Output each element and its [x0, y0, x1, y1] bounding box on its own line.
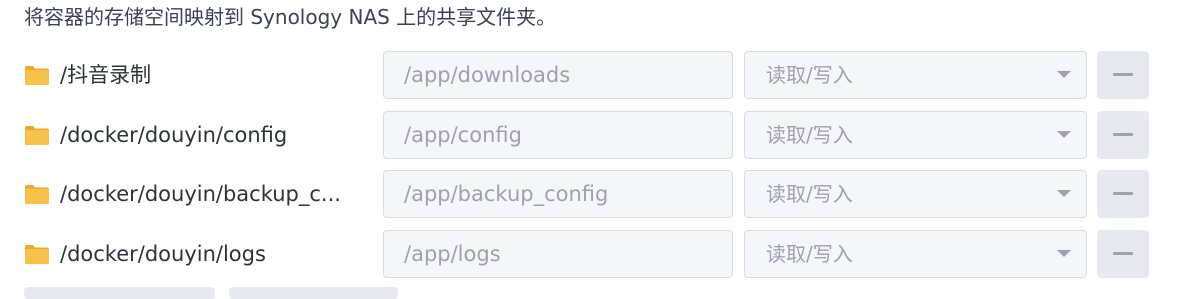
caret-down-icon: [1057, 71, 1071, 78]
mount-path-input[interactable]: [383, 110, 733, 159]
add-folder-button[interactable]: [24, 287, 215, 299]
caret-down-icon: [1057, 249, 1071, 257]
permission-select[interactable]: 读取/写入: [744, 110, 1087, 159]
permission-select[interactable]: 读取/写入: [744, 170, 1087, 219]
folder-icon: [24, 125, 50, 146]
remove-mapping-button[interactable]: [1097, 51, 1149, 99]
caret-down-icon: [1057, 130, 1071, 138]
permission-value: 读取/写入: [766, 182, 853, 207]
permission-select[interactable]: 读取/写入: [744, 51, 1087, 99]
remove-mapping-button[interactable]: [1097, 170, 1149, 219]
folder-icon: [24, 184, 50, 205]
mount-path-input[interactable]: [383, 51, 733, 99]
volume-mapping-list: /抖音录制 读取/写入 /docker/douyin/config 读取/写入: [0, 51, 1180, 290]
host-folder-path: /抖音录制: [60, 63, 152, 87]
volume-mapping-row: /抖音录制 读取/写入: [0, 51, 1180, 99]
remove-mapping-button[interactable]: [1097, 229, 1149, 278]
minus-icon: [1113, 192, 1133, 196]
section-description: 将容器的存储空间映射到 Synology NAS 上的共享文件夹。: [24, 5, 557, 29]
folder-icon: [24, 244, 50, 265]
mount-path-input[interactable]: [383, 229, 733, 278]
host-folder-path: /docker/douyin/config: [60, 122, 288, 147]
permission-value: 读取/写入: [766, 122, 853, 147]
minus-icon: [1113, 73, 1133, 76]
host-folder-path: /docker/douyin/backup_c...: [60, 182, 341, 207]
minus-icon: [1113, 132, 1133, 136]
host-folder-path: /docker/douyin/logs: [60, 241, 266, 266]
mount-path-input[interactable]: [383, 170, 733, 219]
folder-icon: [24, 65, 50, 86]
caret-down-icon: [1057, 190, 1071, 198]
volume-mapping-row: /docker/douyin/backup_c... 读取/写入: [0, 170, 1180, 219]
add-file-button[interactable]: [229, 287, 398, 299]
minus-icon: [1113, 251, 1133, 255]
volume-mapping-row: /docker/douyin/logs 读取/写入: [0, 229, 1180, 278]
permission-value: 读取/写入: [766, 241, 853, 266]
permission-select[interactable]: 读取/写入: [744, 229, 1087, 278]
permission-value: 读取/写入: [766, 63, 853, 87]
volume-mapping-row: /docker/douyin/config 读取/写入: [0, 110, 1180, 159]
remove-mapping-button[interactable]: [1097, 110, 1149, 159]
